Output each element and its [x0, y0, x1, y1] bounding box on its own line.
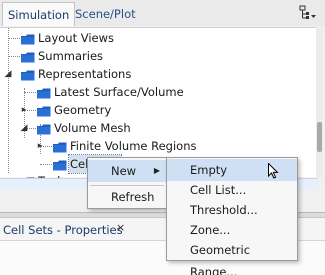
- tree-item-volume-mesh[interactable]: ◢ Volume Mesh: [0, 119, 300, 137]
- scrollbar-thumb[interactable]: [317, 122, 322, 152]
- properties-title: Cell Sets - Properties: [3, 223, 123, 237]
- tree-item-representations[interactable]: ◢ Representations: [0, 65, 300, 83]
- menu-item-threshold[interactable]: Threshold...: [167, 199, 297, 221]
- tab-bar: Simulation Scene/Plot: [0, 0, 325, 26]
- folder-icon: [53, 159, 67, 171]
- close-icon[interactable]: ×: [116, 221, 125, 234]
- collapsed-arrow-icon[interactable]: ▸: [35, 137, 45, 155]
- tree-item-label: Latest Surface/Volume: [54, 85, 184, 99]
- tree-item-label: Summaries: [38, 49, 104, 63]
- menu-item-geometric-range[interactable]: Geometric Range...: [167, 239, 297, 275]
- tree-options-icon[interactable]: [299, 5, 317, 21]
- tree-item-label: Layout Views: [38, 31, 115, 45]
- menu-item-new[interactable]: New ▶: [88, 160, 166, 182]
- submenu-arrow-icon: ▶: [153, 166, 160, 175]
- collapsed-arrow-icon[interactable]: ▸: [19, 101, 29, 119]
- menu-item-label: New: [111, 164, 137, 178]
- menu-item-refresh[interactable]: Refresh: [88, 186, 166, 208]
- context-menu: New ▶ Refresh: [87, 157, 167, 209]
- menu-item-label: Zone...: [190, 223, 231, 237]
- tree-item-label: Representations: [38, 67, 132, 81]
- menu-item-label: Refresh: [111, 190, 155, 204]
- mouse-cursor-icon: [268, 162, 279, 179]
- menu-item-label: Cell List...: [190, 183, 247, 197]
- tab-scene-plot[interactable]: Scene/Plot: [70, 2, 141, 26]
- folder-icon: [21, 69, 35, 81]
- tab-simulation[interactable]: Simulation: [2, 2, 76, 26]
- menu-item-cell-list[interactable]: Cell List...: [167, 179, 297, 201]
- folder-icon: [37, 105, 51, 117]
- tree-item-layout-views[interactable]: Layout Views: [0, 29, 300, 47]
- folder-icon: [53, 141, 67, 153]
- folder-icon: [21, 33, 35, 45]
- expanded-arrow-icon[interactable]: ◢: [19, 119, 29, 137]
- tree-item-finite-volume-regions[interactable]: ▸ Finite Volume Regions: [0, 137, 300, 155]
- tree-item-label: Finite Volume Regions: [70, 139, 197, 153]
- expanded-arrow-icon[interactable]: ◢: [3, 65, 13, 83]
- folder-icon: [37, 123, 51, 135]
- tree-scrollbar[interactable]: [316, 27, 323, 177]
- tree-item-geometry[interactable]: ▸ Geometry: [0, 101, 300, 119]
- tree-item-label: Volume Mesh: [54, 121, 131, 135]
- menu-item-label: Empty: [190, 163, 228, 177]
- folder-icon: [37, 87, 51, 99]
- tree-item-latest-surface-volume[interactable]: Latest Surface/Volume: [0, 83, 300, 101]
- simulation-tree: Layout Views Summaries ◢ Representations…: [0, 27, 318, 188]
- tree-item-summaries[interactable]: Summaries: [0, 47, 300, 65]
- menu-item-zone[interactable]: Zone...: [167, 219, 297, 241]
- tree-item-label: Geometry: [54, 103, 112, 117]
- folder-icon: [21, 51, 35, 63]
- menu-item-label: Threshold...: [190, 203, 258, 217]
